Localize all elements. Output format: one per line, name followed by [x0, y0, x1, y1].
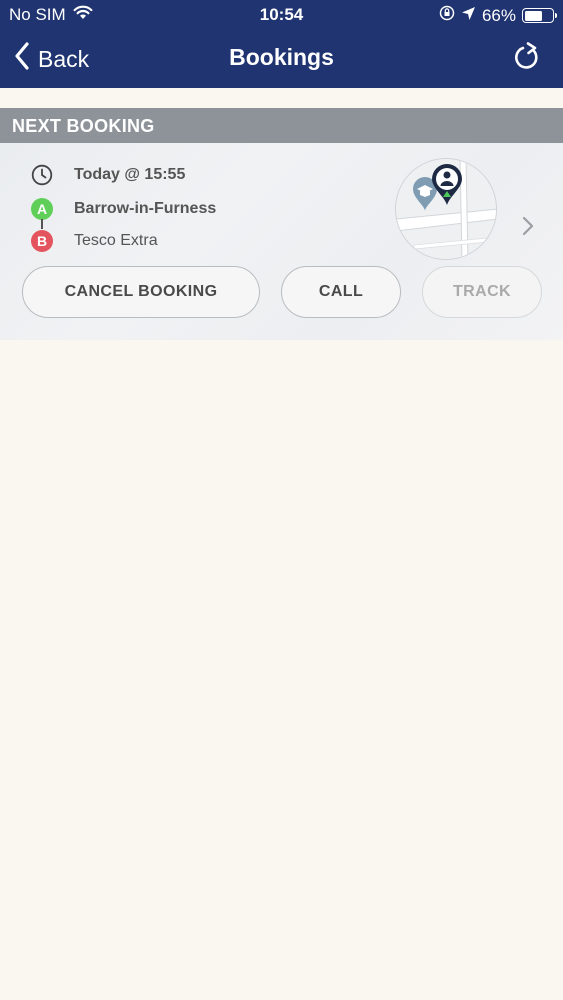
battery-icon	[522, 8, 557, 23]
app-header: No SIM 10:54 66% Back Bookings	[0, 0, 563, 88]
status-right: 66%	[439, 5, 557, 26]
status-bar: No SIM 10:54 66%	[0, 0, 563, 30]
refresh-icon	[513, 42, 541, 76]
map-thumbnail[interactable]	[395, 158, 497, 260]
battery-level	[524, 10, 543, 21]
booking-time-row: Today @ 15:55	[30, 163, 185, 187]
clock-icon	[30, 163, 54, 187]
battery-percent: 66%	[481, 5, 516, 25]
chevron-right-icon[interactable]	[521, 215, 535, 242]
pickup-marker: A	[30, 197, 54, 221]
pickup-marker-label: A	[31, 198, 53, 220]
pickup-location: Barrow-in-Furness	[74, 200, 217, 217]
dropoff-marker: B	[30, 229, 54, 253]
route-connector	[41, 219, 43, 229]
page-title: Bookings	[229, 44, 334, 70]
pickup-row: A Barrow-in-Furness	[30, 197, 216, 221]
next-booking-card[interactable]: NEXT BOOKING Today @ 15:55 A Barrow-in-F…	[0, 108, 563, 340]
section-header-next-booking: NEXT BOOKING	[0, 108, 563, 143]
orientation-lock-icon	[439, 5, 455, 26]
track-button[interactable]: TRACK	[422, 266, 542, 318]
booking-time: Today @ 15:55	[74, 166, 186, 183]
cancel-booking-button[interactable]: CANCEL BOOKING	[22, 266, 260, 318]
dropoff-location: Tesco Extra	[74, 232, 158, 249]
dropoff-row: B Tesco Extra	[30, 229, 158, 253]
map-graphic	[396, 159, 496, 259]
nav-bar: Back Bookings	[0, 30, 563, 88]
dropoff-marker-label: B	[31, 230, 53, 252]
location-arrow-icon	[461, 6, 476, 26]
call-button[interactable]: CALL	[281, 266, 401, 318]
refresh-button[interactable]	[513, 42, 541, 77]
